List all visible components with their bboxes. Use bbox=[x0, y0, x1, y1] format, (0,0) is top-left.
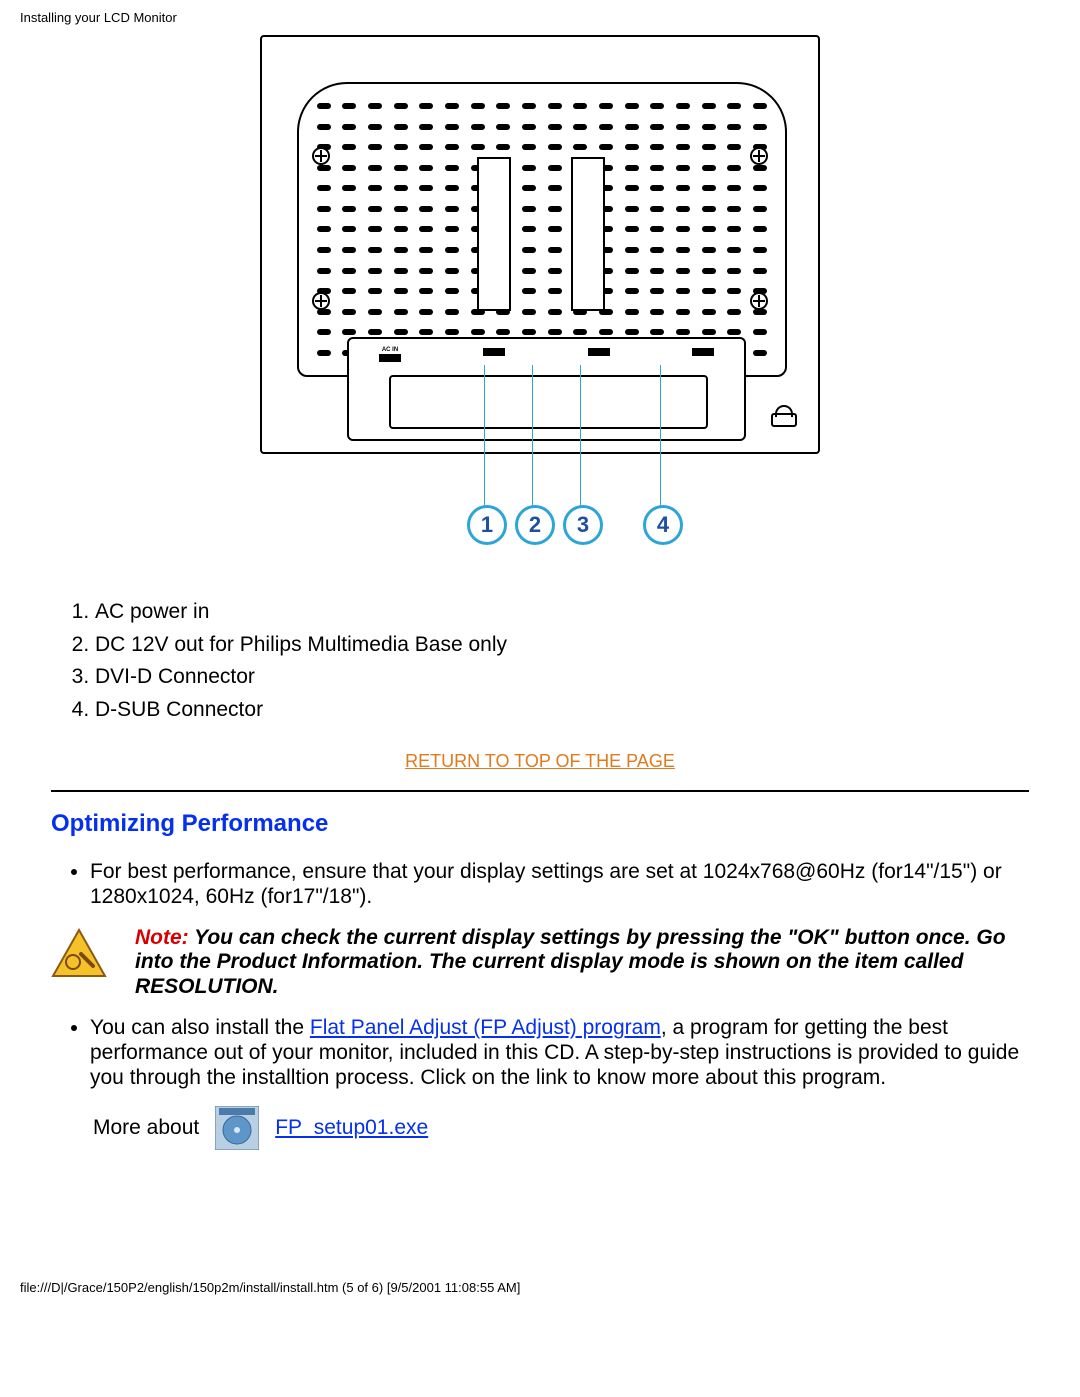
cd-icon bbox=[215, 1106, 259, 1150]
page-header: Installing your LCD Monitor bbox=[0, 0, 1080, 25]
more-about-label: More about bbox=[93, 1116, 199, 1140]
screw-icon bbox=[312, 147, 330, 165]
diagram-container: AC IN 1 2 3 4 bbox=[0, 35, 1080, 541]
callout-3: 3 bbox=[563, 505, 603, 545]
connector-legend: AC power in DC 12V out for Philips Multi… bbox=[95, 596, 1045, 726]
page-footer: file:///D|/Grace/150P2/english/150p2m/in… bbox=[20, 1280, 1080, 1295]
callout-1: 1 bbox=[467, 505, 507, 545]
screw-icon bbox=[750, 147, 768, 165]
callout-2: 2 bbox=[515, 505, 555, 545]
perf-item-2: You can also install the Flat Panel Adju… bbox=[90, 1016, 1023, 1090]
fp-setup-link[interactable]: FP_setup01.exe bbox=[275, 1116, 428, 1140]
section-heading: Optimizing Performance bbox=[51, 810, 1045, 838]
screw-icon bbox=[312, 292, 330, 310]
divider bbox=[51, 790, 1029, 792]
lock-icon bbox=[771, 405, 793, 427]
return-to-top-link[interactable]: RETURN TO TOP OF THE PAGE bbox=[35, 751, 1045, 772]
callout-4: 4 bbox=[643, 505, 683, 545]
connector-panel: AC IN bbox=[347, 337, 746, 441]
inner-mount-slots bbox=[477, 157, 605, 311]
monitor-rear-diagram: AC IN 1 2 3 4 bbox=[260, 35, 820, 535]
screw-icon bbox=[750, 292, 768, 310]
legend-item-4: D-SUB Connector bbox=[95, 694, 1045, 727]
fp-adjust-link[interactable]: Flat Panel Adjust (FP Adjust) program bbox=[310, 1016, 661, 1039]
port-label-ac: AC IN bbox=[379, 347, 401, 362]
note-label: Note: bbox=[135, 926, 189, 949]
note-block: Note: You can check the current display … bbox=[51, 926, 1023, 1000]
note-body: You can check the current display settin… bbox=[135, 926, 1006, 999]
monitor-frame: AC IN bbox=[260, 35, 820, 454]
perf-item-1: For best performance, ensure that your d… bbox=[90, 860, 1023, 910]
warning-note-icon bbox=[51, 928, 107, 980]
legend-item-2: DC 12V out for Philips Multimedia Base o… bbox=[95, 629, 1045, 662]
legend-item-1: AC power in bbox=[95, 596, 1045, 629]
legend-item-3: DVI-D Connector bbox=[95, 661, 1045, 694]
more-about-row: More about FP_setup01.exe bbox=[93, 1106, 1045, 1150]
screw-row-bottom bbox=[262, 292, 818, 310]
